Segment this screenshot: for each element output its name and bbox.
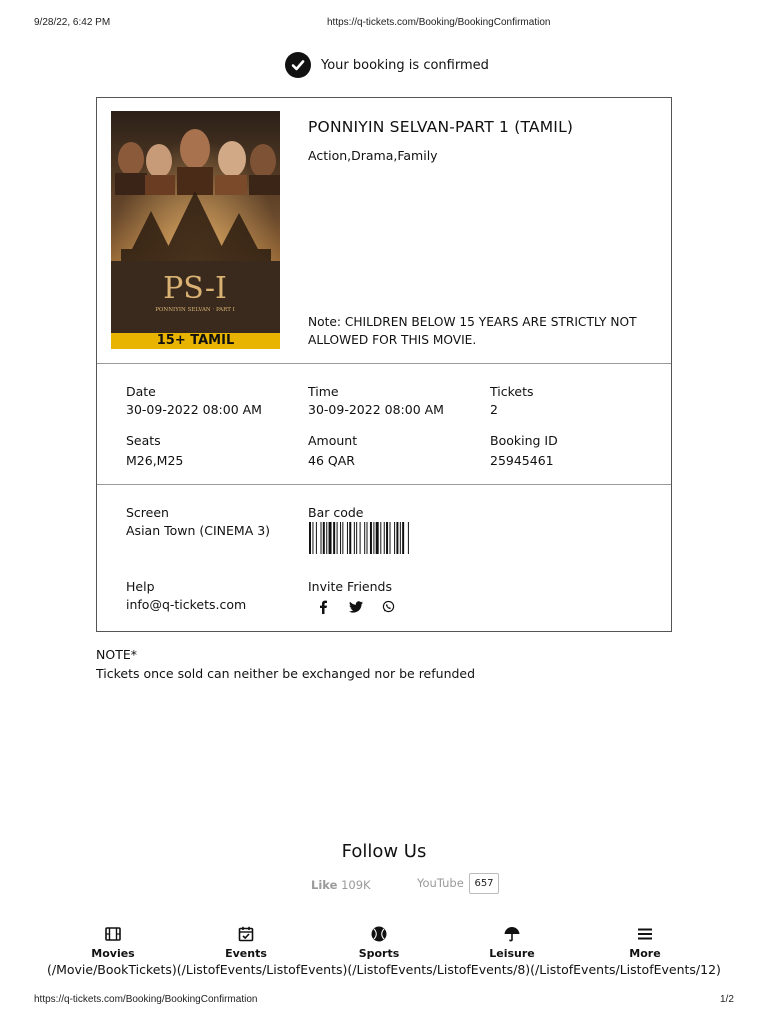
seats-label: Seats	[126, 433, 161, 448]
barcode-bar	[402, 522, 405, 554]
barcode-bar	[364, 522, 366, 554]
film-icon	[105, 927, 121, 941]
barcode-bar	[320, 522, 322, 554]
nav-label: Sports	[358, 947, 400, 960]
nav-more[interactable]: More	[605, 925, 685, 960]
nav-events[interactable]: Events	[206, 925, 286, 960]
barcode-bar	[356, 522, 358, 554]
nav-sports[interactable]: Sports	[339, 925, 419, 960]
barcode-bar	[349, 522, 352, 554]
amount-label: Amount	[308, 433, 358, 448]
youtube-subscriber-count: 657	[469, 873, 499, 894]
poster-rating-band: 15+ TAMIL	[111, 333, 280, 349]
barcode-bar	[389, 522, 391, 554]
barcode-bar	[312, 522, 314, 554]
barcode-bar	[373, 522, 375, 554]
barcode-bar	[340, 522, 342, 554]
barcode-bar	[333, 522, 336, 554]
tickets-value: 2	[490, 402, 498, 417]
policy-note-text: Tickets once sold can neither be exchang…	[96, 666, 476, 681]
amount-value: 46 QAR	[308, 453, 355, 468]
nav-label: Events	[225, 947, 267, 960]
barcode-bar	[369, 522, 372, 554]
screen-label: Screen	[126, 505, 169, 520]
print-url: https://q-tickets.com/Booking/BookingCon…	[327, 17, 551, 28]
nav-leisure[interactable]: Leisure	[472, 925, 552, 960]
barcode-bar	[383, 522, 385, 554]
card-divider	[97, 484, 671, 485]
date-value: 30-09-2022 08:00 AM	[126, 402, 262, 417]
seats-value: M26,M25	[126, 453, 184, 468]
barcode-bar	[366, 522, 368, 554]
confirmation-message: Your booking is confirmed	[321, 57, 489, 73]
time-label: Time	[308, 384, 339, 399]
barcode-bar	[380, 522, 382, 554]
check-circle-icon	[285, 52, 311, 78]
facebook-like-widget[interactable]: Like 109K	[311, 878, 371, 892]
card-divider	[97, 363, 671, 364]
nav-label: Movies	[91, 947, 135, 960]
movie-poster: PS-I PONNIYIN SELVAN · PART I 15+ TAMIL	[111, 111, 280, 349]
nav-label: Leisure	[489, 947, 535, 960]
barcode-bar	[328, 522, 332, 554]
follow-us-heading: Follow Us	[341, 841, 427, 862]
barcode-label: Bar code	[308, 505, 364, 520]
calendar-check-icon	[238, 926, 254, 942]
barcode-bar	[375, 522, 379, 554]
help-email[interactable]: info@q-tickets.com	[126, 597, 246, 612]
barcode-bar	[407, 522, 409, 554]
barcode-bar	[346, 522, 348, 554]
ticket-card: PS-I PONNIYIN SELVAN · PART I 15+ TAMIL …	[96, 97, 672, 632]
tickets-label: Tickets	[490, 384, 534, 399]
barcode-bar	[322, 522, 325, 554]
barcode-bar	[399, 522, 401, 554]
barcode-bar	[309, 522, 311, 554]
barcode-bar	[394, 522, 396, 554]
menu-icon	[638, 928, 652, 940]
poster-logo-text: PS-I	[163, 271, 227, 306]
barcode-bar	[386, 522, 389, 554]
barcode-bar	[396, 522, 399, 554]
help-label: Help	[126, 579, 155, 594]
print-page-number: 1/2	[720, 994, 734, 1005]
facebook-icon[interactable]	[315, 599, 330, 614]
booking-confirmed-banner: Your booking is confirmed	[285, 52, 489, 78]
ball-icon	[371, 926, 387, 942]
barcode-bar	[315, 522, 317, 554]
date-label: Date	[126, 384, 156, 399]
screen-value: Asian Town (CINEMA 3)	[126, 523, 271, 538]
nav-movies[interactable]: Movies	[73, 925, 153, 960]
booking-barcode	[309, 522, 409, 554]
barcode-bar	[359, 522, 361, 554]
booking-id-label: Booking ID	[490, 433, 558, 448]
barcode-bar	[353, 522, 355, 554]
social-share-links	[315, 599, 396, 614]
like-count: 109K	[341, 878, 371, 892]
umbrella-icon	[504, 927, 520, 942]
booking-id-value: 25945461	[490, 453, 554, 468]
invite-friends-label: Invite Friends	[308, 579, 392, 594]
nav-link-urls-text: (/Movie/BookTickets)(/ListofEvents/Listo…	[47, 962, 721, 977]
like-label: Like	[311, 878, 338, 892]
barcode-bar	[342, 522, 344, 554]
barcode-bar	[336, 522, 338, 554]
nav-label: More	[629, 947, 661, 960]
movie-title: PONNIYIN SELVAN-PART 1 (TAMIL)	[308, 118, 574, 136]
whatsapp-icon[interactable]	[381, 599, 396, 614]
policy-note-title: NOTE*	[96, 647, 137, 662]
print-footer-url: https://q-tickets.com/Booking/BookingCon…	[34, 994, 258, 1005]
age-restriction-note: Note: CHILDREN BELOW 15 YEARS ARE STRICT…	[308, 315, 637, 347]
time-value: 30-09-2022 08:00 AM	[308, 402, 444, 417]
twitter-icon[interactable]	[348, 599, 363, 614]
poster-subtitle: PONNIYIN SELVAN · PART I	[155, 307, 235, 313]
movie-genres: Action,Drama,Family	[308, 148, 438, 163]
barcode-bar	[326, 522, 328, 554]
youtube-label[interactable]: YouTube	[417, 876, 464, 890]
print-datetime: 9/28/22, 6:42 PM	[34, 17, 111, 28]
